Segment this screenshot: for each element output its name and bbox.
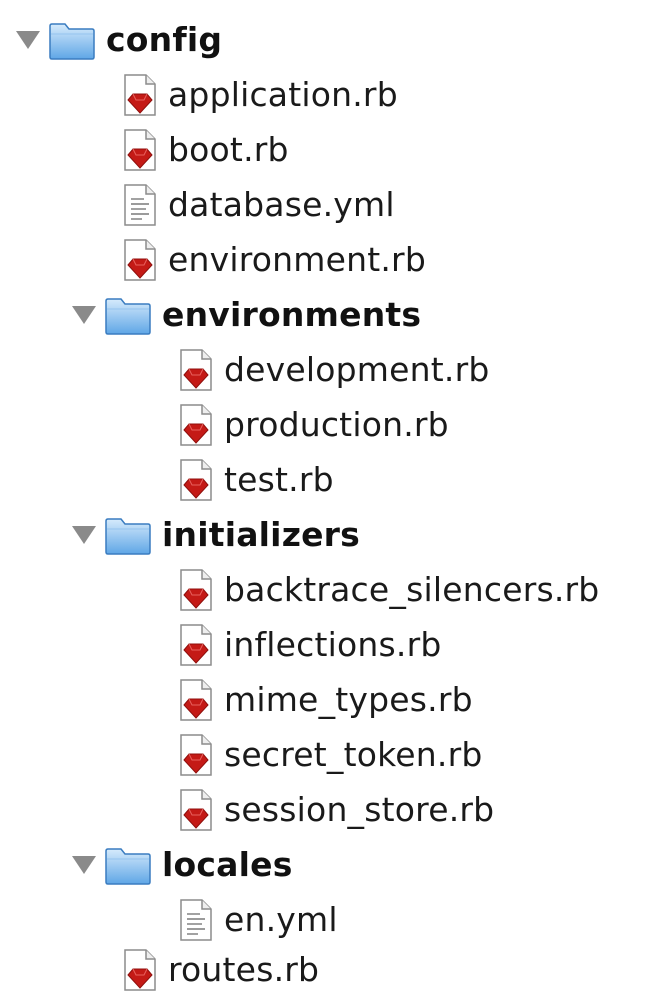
- file-row-routes-rb[interactable]: routes.rb: [122, 942, 319, 998]
- file-label: test.rb: [224, 460, 334, 499]
- file-label: development.rb: [224, 350, 490, 389]
- folder-row-environments[interactable]: environments: [70, 287, 421, 343]
- file-label: secret_token.rb: [224, 735, 483, 774]
- folder-label: environments: [162, 295, 422, 334]
- file-row-backtrace-silencers-rb[interactable]: backtrace_silencers.rb: [178, 562, 599, 618]
- text-file-icon: [178, 898, 214, 942]
- file-row-development-rb[interactable]: development.rb: [178, 342, 490, 398]
- file-row-inflections-rb[interactable]: inflections.rb: [178, 617, 442, 673]
- folder-icon: [104, 515, 152, 555]
- file-row-mime-types-rb[interactable]: mime_types.rb: [178, 672, 473, 728]
- disclosure-triangle-icon[interactable]: [70, 521, 98, 549]
- file-label: environment.rb: [168, 240, 426, 279]
- file-label: routes.rb: [168, 950, 320, 989]
- file-tree: config application.rb boot.rb database.y…: [0, 0, 650, 998]
- text-file-icon: [122, 183, 158, 227]
- disclosure-triangle-icon[interactable]: [14, 26, 42, 54]
- folder-row-locales[interactable]: locales: [70, 837, 293, 893]
- folder-label: locales: [162, 845, 293, 884]
- ruby-file-icon: [178, 458, 214, 502]
- ruby-file-icon: [178, 678, 214, 722]
- file-row-en-yml[interactable]: en.yml: [178, 892, 338, 948]
- folder-row-config[interactable]: config: [14, 12, 222, 68]
- file-row-boot-rb[interactable]: boot.rb: [122, 122, 289, 178]
- disclosure-triangle-icon[interactable]: [70, 851, 98, 879]
- folder-label: config: [106, 20, 223, 59]
- ruby-file-icon: [178, 623, 214, 667]
- file-row-session-store-rb[interactable]: session_store.rb: [178, 782, 494, 838]
- ruby-file-icon: [178, 403, 214, 447]
- file-label: mime_types.rb: [224, 680, 473, 719]
- ruby-file-icon: [178, 733, 214, 777]
- file-label: session_store.rb: [224, 790, 495, 829]
- file-row-database-yml[interactable]: database.yml: [122, 177, 395, 233]
- file-row-production-rb[interactable]: production.rb: [178, 397, 449, 453]
- file-row-test-rb[interactable]: test.rb: [178, 452, 334, 508]
- folder-icon: [104, 845, 152, 885]
- ruby-file-icon: [122, 238, 158, 282]
- disclosure-triangle-icon[interactable]: [70, 301, 98, 329]
- file-label: production.rb: [224, 405, 449, 444]
- folder-icon: [104, 295, 152, 335]
- ruby-file-icon: [178, 788, 214, 832]
- file-row-environment-rb[interactable]: environment.rb: [122, 232, 426, 288]
- ruby-file-icon: [178, 348, 214, 392]
- ruby-file-icon: [178, 568, 214, 612]
- file-label: backtrace_silencers.rb: [224, 570, 600, 609]
- ruby-file-icon: [122, 73, 158, 117]
- file-label: database.yml: [168, 185, 395, 224]
- folder-icon: [48, 20, 96, 60]
- ruby-file-icon: [122, 948, 158, 992]
- ruby-file-icon: [122, 128, 158, 172]
- file-row-application-rb[interactable]: application.rb: [122, 67, 398, 123]
- file-row-secret-token-rb[interactable]: secret_token.rb: [178, 727, 483, 783]
- file-label: application.rb: [168, 75, 398, 114]
- folder-label: initializers: [162, 515, 360, 554]
- folder-row-initializers[interactable]: initializers: [70, 507, 360, 563]
- file-label: boot.rb: [168, 130, 289, 169]
- file-label: en.yml: [224, 900, 338, 939]
- file-label: inflections.rb: [224, 625, 442, 664]
